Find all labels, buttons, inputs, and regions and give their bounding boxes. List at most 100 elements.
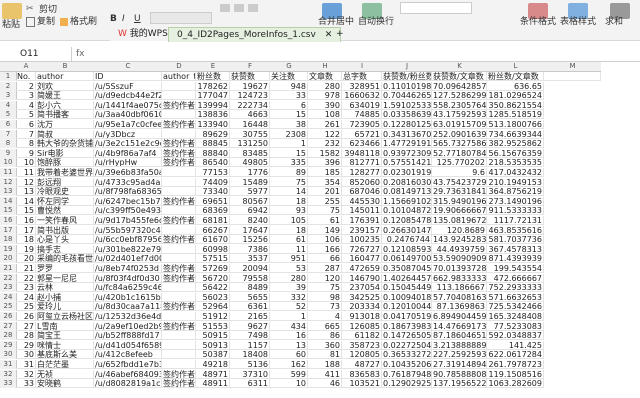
table-cell[interactable]: 46 [308,379,342,389]
table-cell[interactable]: 61670 [196,235,230,245]
column-header[interactable]: F [230,62,270,72]
table-cell[interactable]: 44.4939759 [432,244,487,254]
table-cell[interactable]: 0.266301477 [382,225,432,235]
table-cell[interactable]: /u/fc84a6259c46 [94,283,162,293]
table-cell[interactable]: 662.9833333 [432,273,487,283]
table-cell[interactable]: 简媛王 [36,91,94,101]
table-cell[interactable]: 签约作者 [162,196,196,206]
column-header[interactable]: C [94,62,162,72]
table-cell[interactable]: 463.8535616 [487,225,544,235]
table-cell[interactable]: 145011 [342,206,382,216]
table-cell[interactable]: 0.041705193 [382,312,432,321]
table-cell[interactable]: 342525 [342,292,382,302]
table-cell[interactable]: /u/d9edcb44e2f2 [94,91,162,101]
table-cell[interactable]: 签约作者 [162,139,196,149]
table-cell[interactable]: 15 [270,148,308,158]
table-cell[interactable]: 18408 [230,350,270,360]
table-cell[interactable]: 爱玲儿 [36,302,94,312]
row-header[interactable]: 2 [0,81,17,91]
table-cell[interactable]: 636.65 [487,81,544,91]
table-cell[interactable]: 0.129029257 [382,379,432,389]
table-cell[interactable]: 57269 [196,264,230,273]
row-header[interactable]: 27 [0,321,17,331]
table-cell[interactable] [162,292,196,302]
table-cell[interactable]: 签约作者 [162,235,196,245]
table-cell[interactable]: /u/420b1c1615b [94,292,162,302]
table-cell[interactable]: /u/c399ff50e493 [94,206,162,216]
table-cell[interactable]: 9627 [230,321,270,331]
table-cell[interactable]: 6 [270,100,308,110]
table-cell[interactable]: 133940 [196,120,230,129]
table-cell[interactable]: 彭小六 [36,100,94,110]
table-cell[interactable]: 50915 [196,331,230,341]
table-cell[interactable]: 16 [16,216,36,225]
table-cell[interactable]: 119.1508516 [487,369,544,379]
table-cell[interactable]: 951 [270,254,308,264]
table-cell[interactable]: 0.100940185 [382,292,432,302]
header-cell[interactable]: 粉丝数/文章数 [487,72,544,81]
table-cell[interactable]: 105 [270,216,308,225]
table-cell[interactable]: 120805 [342,350,382,360]
table-cell[interactable]: 43.17592593 [432,110,487,120]
table-cell[interactable]: 18 [16,235,36,245]
table-cell[interactable]: 5977 [230,187,270,197]
table-cell[interactable]: 162 [270,360,308,369]
table-cell[interactable] [162,225,196,235]
table-cell[interactable]: 558.2305764 [432,100,487,110]
table-cell[interactable]: 21 [16,264,36,273]
row-header[interactable]: 4 [0,100,17,110]
table-cell[interactable]: 8489 [230,283,270,293]
table-cell[interactable]: 17647 [230,225,270,235]
align-tools[interactable] [220,4,320,12]
table-cell[interactable]: /u/412c8efeeb [94,350,162,360]
table-cell[interactable]: 135.0819672 [432,216,487,225]
table-cell[interactable]: /u/3aa40dbf0610 [94,110,162,120]
select-all-corner[interactable] [0,62,16,72]
table-cell[interactable]: 227.2592593 [432,350,487,360]
column-header[interactable]: G [270,62,308,72]
table-cell[interactable]: 665 [308,321,342,331]
row-header[interactable]: 26 [0,312,17,321]
table-cell[interactable]: 80567 [230,196,270,206]
table-cell[interactable]: 16 [270,331,308,341]
table-cell[interactable]: 2 [16,81,36,91]
underline-button[interactable]: U [134,14,141,24]
table-cell[interactable]: 571.6632653 [487,292,544,302]
table-cell[interactable] [162,331,196,341]
table-cell[interactable]: 57515 [196,254,230,264]
table-cell[interactable]: 一笑作春风 [36,216,94,225]
table-cell[interactable]: 5655 [230,292,270,302]
tab-csv-file[interactable]: 0_4_ID2Pages_MoreInfos_1.csv ✕ [168,27,342,42]
table-cell[interactable]: 160477 [342,254,382,264]
table-cell[interactable]: 0.365332725 [382,350,432,360]
copy-button[interactable]: 复制 [26,14,55,27]
table-cell[interactable]: 50913 [196,340,230,350]
table-cell[interactable]: /u/d41d054f6589 [94,340,162,350]
table-cell[interactable]: 29 [16,340,36,350]
table-cell[interactable]: 581.7037736 [487,235,544,245]
table-cell[interactable]: 24 [16,292,36,302]
table-cell[interactable]: 143.9245283 [432,235,487,245]
table-cell[interactable]: /u/b52ff888fd17 [94,331,162,341]
table-cell[interactable]: 599 [270,369,308,379]
table-cell[interactable]: 752.2933333 [487,283,544,293]
table-cell[interactable]: 178262 [196,81,230,91]
row-header[interactable]: 6 [0,120,17,129]
table-cell[interactable]: 911.5333333 [487,206,544,216]
table-cell[interactable]: 232 [308,139,342,149]
table-cell[interactable]: 4663 [230,110,270,120]
table-cell[interactable]: 1 [270,312,308,321]
table-cell[interactable]: 0.122801254 [382,120,432,129]
table-cell[interactable]: 411 [308,369,342,379]
table-cell[interactable]: 23 [16,283,36,293]
row-header[interactable]: 3 [0,91,17,101]
table-cell[interactable]: 315.9490196 [432,196,487,206]
table-cell[interactable]: 65721 [342,129,382,139]
table-cell[interactable]: 61182 [342,331,382,341]
table-cell[interactable]: 0.081497137 [382,187,432,197]
row-header[interactable]: 30 [0,350,17,360]
sum-button[interactable]: 求和 [605,14,623,27]
table-cell[interactable]: 73340 [196,187,230,197]
table-cell[interactable]: 56023 [196,292,230,302]
table-cell[interactable]: 签约作者 [162,264,196,273]
